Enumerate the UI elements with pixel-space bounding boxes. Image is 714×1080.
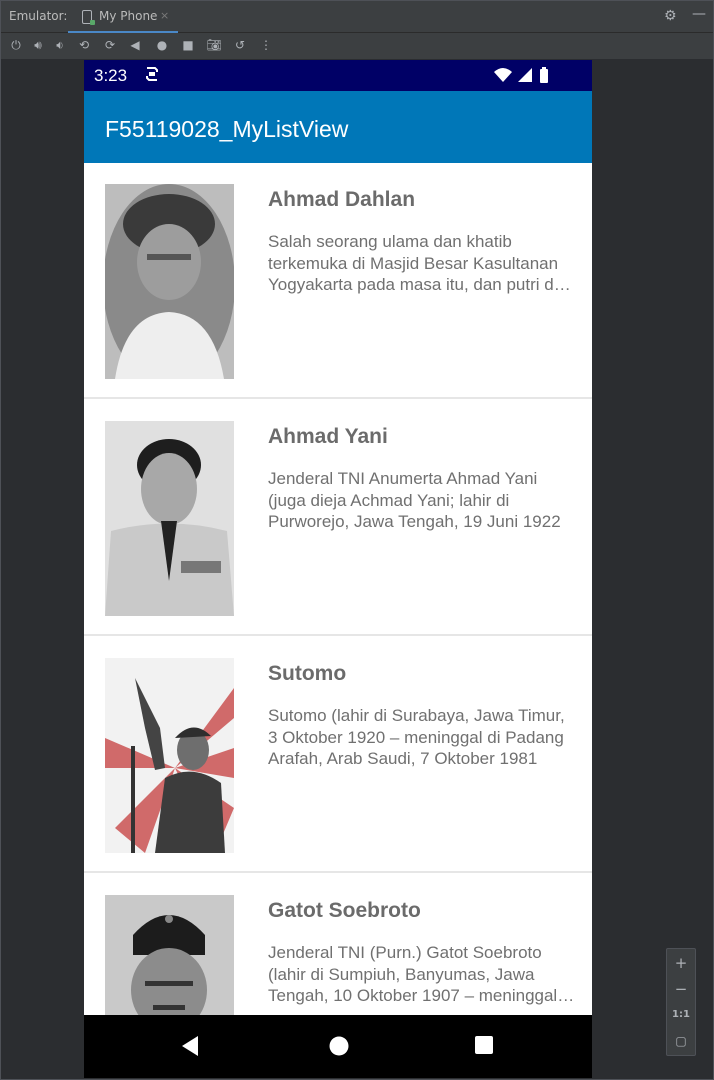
hero-list[interactable]: Ahmad Dahlan Salah seorang ulama dan kha… <box>84 163 592 1015</box>
nav-home-icon[interactable] <box>328 1035 350 1061</box>
wifi-icon <box>494 68 512 82</box>
hero-photo <box>105 895 234 1015</box>
zoom-actual-size-button[interactable]: 1:1 <box>667 1003 695 1027</box>
hero-name: Gatot Soebroto <box>268 899 421 922</box>
rotate-right-icon[interactable]: ⟳ <box>102 37 118 53</box>
signal-icon <box>518 68 532 82</box>
minimize-icon[interactable]: — <box>692 6 706 22</box>
hero-description: Sutomo (lahir di Surabaya, Jawa Timur, 3… <box>268 706 565 768</box>
power-icon[interactable]: ⏻ <box>8 37 24 53</box>
tab-my-phone[interactable]: My Phone × <box>68 0 178 33</box>
snapshot-icon[interactable]: ↺ <box>232 37 248 53</box>
hero-name: Ahmad Dahlan <box>268 188 416 211</box>
status-bar: 3:23 <box>84 60 592 91</box>
status-time: 3:23 <box>94 66 128 85</box>
gear-icon[interactable]: ⚙ <box>664 8 677 24</box>
volume-down-icon[interactable]: 🔉︎ <box>52 37 68 53</box>
zoom-panel: + − 1:1 ▢ <box>666 948 696 1056</box>
battery-icon <box>540 69 548 83</box>
app-title: F55119028_MyListView <box>105 116 349 142</box>
nav-overview-icon[interactable] <box>474 1035 494 1059</box>
zoom-out-button[interactable]: − <box>667 977 695 1001</box>
hero-description: Salah seorang ulama dan khatib terkemuka… <box>268 232 573 294</box>
phone-screen: 3:23 F55119028_MyListView Ahmad Dahlan S… <box>84 60 592 1078</box>
fit-screen-icon[interactable]: ▢ <box>667 1029 695 1053</box>
nav-back-icon[interactable] <box>180 1035 200 1061</box>
emulator-tabbar: Emulator: My Phone × ⚙ — <box>0 0 714 33</box>
status-icons <box>492 66 562 90</box>
home-icon[interactable]: ● <box>154 37 170 53</box>
sync-icon <box>144 65 160 87</box>
list-item[interactable]: Ahmad Yani Jenderal TNI Anumerta Ahmad Y… <box>84 400 592 636</box>
navigation-bar <box>84 1015 592 1078</box>
hero-photo <box>105 184 234 379</box>
tab-title: My Phone <box>99 9 158 23</box>
hero-name: Ahmad Yani <box>268 425 388 448</box>
list-item[interactable]: Sutomo Sutomo (lahir di Surabaya, Jawa T… <box>84 637 592 873</box>
hero-photo <box>105 658 234 853</box>
app-bar: F55119028_MyListView <box>84 91 592 163</box>
hero-description: Jenderal TNI (Purn.) Gatot Soebroto (lah… <box>268 943 576 1005</box>
overview-icon[interactable]: ■ <box>180 37 196 53</box>
emulator-toolbar: ⏻ 🔊︎ 🔉︎ ⟲ ⟳ ◀ ● ■ 📷︎ ↺ ⋮ <box>0 33 714 59</box>
hero-name: Sutomo <box>268 662 347 685</box>
camera-icon[interactable]: 📷︎ <box>206 37 222 53</box>
more-icon[interactable]: ⋮ <box>258 37 274 53</box>
tab-close-button[interactable]: × <box>160 9 169 22</box>
zoom-in-button[interactable]: + <box>667 951 695 975</box>
hero-description: Jenderal TNI Anumerta Ahmad Yani (juga d… <box>268 469 561 531</box>
list-item[interactable]: Gatot Soebroto Jenderal TNI (Purn.) Gato… <box>84 874 592 1015</box>
volume-up-icon[interactable]: 🔊︎ <box>30 37 46 53</box>
rotate-left-icon[interactable]: ⟲ <box>76 37 92 53</box>
list-item[interactable]: Ahmad Dahlan Salah seorang ulama dan kha… <box>84 163 592 399</box>
hero-photo <box>105 421 234 616</box>
phone-icon <box>82 10 95 25</box>
back-icon[interactable]: ◀ <box>127 37 143 53</box>
emulator-label: Emulator: <box>9 9 68 23</box>
